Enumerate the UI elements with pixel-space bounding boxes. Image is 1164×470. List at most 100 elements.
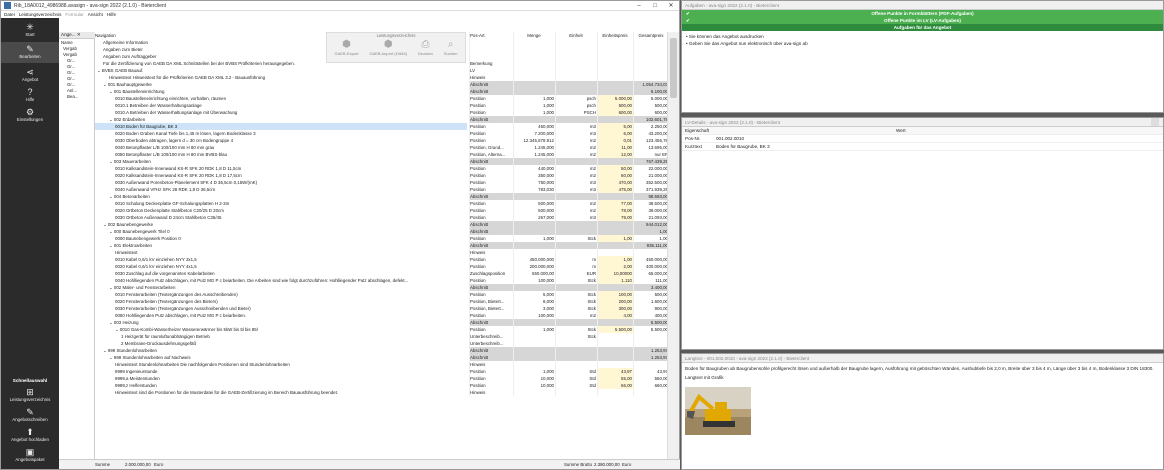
table-row[interactable]: Hinweistext sind die Positionen für die … [95,389,669,396]
table-row[interactable]: 0010 Kabel 0,6/1 kV einziehen NYY 3x1,5 P… [95,256,669,263]
gaeb-export-button[interactable]: ⬢ GAEB-Export [334,39,358,56]
sidebar-item-hilfe[interactable]: ? Hilfe [1,87,59,102]
section-row[interactable]: ⌄ 999 Stundenlohnarbeiten Abschnitt 1.253,… [95,347,669,354]
einheitspreis-cell[interactable]: 50,00 [597,165,633,172]
scrollbar-thumb[interactable] [670,38,677,98]
table-row[interactable]: 1 Heizgerät für raumluftunabhängigen Bet… [95,333,669,340]
einheitspreis-cell[interactable]: 77,00 [597,200,633,207]
table-row[interactable]: 0010 Fensterarbeiten (Textergänzungen de… [95,291,669,298]
section-row[interactable]: ⌄ 001 Bauhauptgewerke Abschnitt 1.054.734,… [95,81,669,88]
table-row[interactable]: 0040 Hohlliegenden Putz abschlagen, mit … [95,277,669,284]
table-row[interactable]: 0010 Kalksandstein-Innenwand KS-R SFK 20… [95,165,669,172]
section-row[interactable]: ⌄ 003 Heizung Abschnitt 5.500,00 [95,319,669,326]
einheitspreis-cell[interactable]: 79,00 [597,214,633,221]
einheitspreis-cell[interactable]: 300,00 [597,305,633,312]
maximize-button[interactable]: □ [647,3,663,9]
gaeb-import-button[interactable]: ⬢ GAEB-Import (DA84) [369,39,407,56]
section-row[interactable]: ⌄ 003 Mauerarbeiten Abschnitt 767.439,25 [95,158,669,165]
table-row[interactable]: 0000 Baunebengewerk Position 0 Position 1,… [95,235,669,242]
einheitspreis-cell[interactable]: 500,00 [597,102,633,109]
einheitspreis-cell[interactable]: 5,00 [597,123,633,130]
quick-angebotspaket[interactable]: ▣ Angebotspaket [1,447,59,462]
table-row[interactable]: 0020 Kalksandstein-Innenwand KS-R SFK 20… [95,172,669,179]
section-row[interactable]: ⌄ 001 Baustelleneinrichtung Abschnitt 6.10… [95,88,669,95]
vertical-scrollbar[interactable] [667,32,679,459]
quick-angebotschreiben[interactable]: ✎ Angebotschreiben [1,407,59,422]
table-row[interactable]: ⌄ 0010 Gas-Kombi-Wasserheizer Wassererwä… [95,326,669,333]
table-row[interactable]: 0020 Boden Graben Kanal Tiefe bis 1,45 m… [95,130,669,137]
table-row[interactable]: 0040 Außenwand VFHz SFK 28 RDK 1,8 D 36,… [95,186,669,193]
table-row[interactable]: 9999,z Helferstunden Position 10,000 Std 66,… [95,382,669,389]
table-row[interactable]: 9999 Ingenieurstunde Position 1,000 Std 43,9… [95,368,669,375]
einheitspreis-cell[interactable]: 6,00 [597,130,633,137]
col-einheit[interactable]: Einheit [555,32,597,39]
lv-aufgaben-bar[interactable]: ✔ Offene Punkte im LV (LV-Aufgaben) [682,17,1163,24]
einheitspreis-cell[interactable]: 5.500,00 [597,326,633,333]
table-row[interactable]: Hinweistext Stundenlohnarbeiten Die nach… [95,361,669,368]
table-row[interactable]: 9999,a Meisterstunden Position 10,000 Std 55… [95,375,669,382]
menu-datei[interactable]: Datei [4,12,15,17]
einheitspreis-cell[interactable]: 475,00 [597,186,633,193]
sidebar-item-bearbeiten[interactable]: ✎ Bearbeiten [1,42,59,63]
menu-formular[interactable]: Formular [65,12,83,17]
sidebar-item-angebot[interactable]: ⋖ Angebot [1,67,59,82]
minimize-button[interactable]: – [631,3,647,9]
pin-icon[interactable]: ✕ [77,32,81,37]
einheitspreis-cell[interactable]: 600,00 [597,109,633,116]
einheitspreis-cell[interactable]: 2,00 [597,263,633,270]
table-row[interactable]: 0020 Ortbeton Deckenplatte Stahlbeton C2… [95,207,669,214]
einheitspreis-cell[interactable]: 470,00 [597,179,633,186]
table-row[interactable]: 0020 Kabel 0,6/1 kV einziehen NYY 4x1,5 P… [95,263,669,270]
table-row[interactable]: 2 Membrane-Druckausdehnungsgefäß Unterbes… [95,340,669,347]
table-row[interactable]: 0010.1 Betreiben der Wasserhaltungsanlag… [95,102,669,109]
section-row[interactable]: ⌄ 000 Baunebengewerk Titel 0 Abschnitt 1,0… [95,228,669,235]
table-row[interactable]: 0010 Boden für Baugrube, BK 3 Position 450… [95,123,669,130]
table-row[interactable]: 0030 Fensterarbeiten (Textergänzungen Au… [95,305,669,312]
close-button[interactable]: ✕ [663,2,679,9]
print-button[interactable]: ⎙ Drucken [418,39,433,56]
menu-leistungsverzeichnis[interactable]: Leistungsverzeichnis [19,12,62,17]
pdf-aufgaben-bar[interactable]: ✔ Offene Punkte in Formblättern (PDF-Aufg… [682,10,1163,17]
einheitspreis-cell[interactable]: 1.110 [597,277,633,284]
einheitspreis-cell[interactable]: 100,00 [597,291,633,298]
table-row[interactable]: 0010 Schalung Deckenplatte GF-Schalungsp… [95,200,669,207]
col-gesamtpreis[interactable]: Gesamtpreis [633,32,669,39]
table-row[interactable]: 0050 Betonpflaster L/B 100/100 mm H 80 m… [95,151,669,158]
table-row[interactable]: 0030 Ortbeton Außenwand D 24cm Stahlbeto… [95,214,669,221]
section-row[interactable]: ⌄ 001 Elektroarbeiten Abschnitt 935.111,00 [95,242,669,249]
einheitspreis-cell[interactable]: 11,00 [597,144,633,151]
einheitspreis-cell[interactable]: 5.000,00 [597,95,633,102]
einheitspreis-cell[interactable]: 78,00 [597,207,633,214]
table-row[interactable]: 0040 Betonpflaster L/B 100/100 mm H 80 m… [95,144,669,151]
einheitspreis-cell[interactable]: 66,00 [597,382,633,389]
menu-hilfe[interactable]: Hilfe [107,12,116,17]
search-button[interactable]: ⌕ Suchen [444,39,458,56]
einheitspreis-cell[interactable]: 200,00 [597,298,633,305]
einheitspreis-cell[interactable]: 12,00 [597,151,633,158]
table-row[interactable]: ⌄ BVBS GAEB Bauauf. LV [95,67,669,74]
col-einheitspreis[interactable]: Einheitspreis [597,32,633,39]
einheitspreis-cell[interactable]: 43,97 [597,368,633,375]
einheitspreis-cell[interactable]: 1,00 [597,256,633,263]
quick-angebot-hochladen[interactable]: ⬆ Angebot hochladen [1,427,59,442]
section-row[interactable]: ⌄ 002 Maler- und Fensterarbeiten Abschnit… [95,284,669,291]
einheitspreis-cell[interactable]: 55,00 [597,375,633,382]
section-row[interactable]: ⌄ 999 Stundenlohnarbeiten auf Nachweis Ab… [95,354,669,361]
sidebar-item-einstellungen[interactable]: ⚙ Einstellungen [1,107,59,122]
einheitspreis-cell[interactable]: 4,00 [597,312,633,319]
menu-ansicht[interactable]: Ansicht [88,12,103,17]
einheitspreis-cell[interactable]: 0,01 [597,137,633,144]
table-row[interactable]: 0030 Zuschlag auf die vorgenannten Kabel… [95,270,669,277]
table-row[interactable]: 0010.A Betreiben der Wasserhaltungsanlag… [95,109,669,116]
table-row[interactable]: Hinweistext Hinweistext für die Prüfkrit… [95,74,669,81]
sidebar-item-start[interactable]: ✳ Start [1,22,59,37]
einheitspreis-cell[interactable]: 10,00000 [597,270,633,277]
einheitspreis-cell[interactable]: 1,00 [597,235,633,242]
section-row[interactable]: ⌄ 002 Erdarbeiten Abschnitt 102.601,78 [95,116,669,123]
table-row[interactable]: 0030 Außenwand Porenbeton-Planelement SF… [95,179,669,186]
tree-panel-header[interactable]: Ange... ✕ [59,32,95,39]
table-row[interactable]: 0020 Fensterarbeiten (Textergänzungen de… [95,298,669,305]
section-row[interactable]: ⌄ 002 Baunebengewerke Abschnitt 944.012,00 [95,221,669,228]
quick-leistungsverzeichnis[interactable]: ⊞ Leistungsverzeichnis [1,387,59,402]
tree-item[interactable]: Bea... [59,94,94,100]
